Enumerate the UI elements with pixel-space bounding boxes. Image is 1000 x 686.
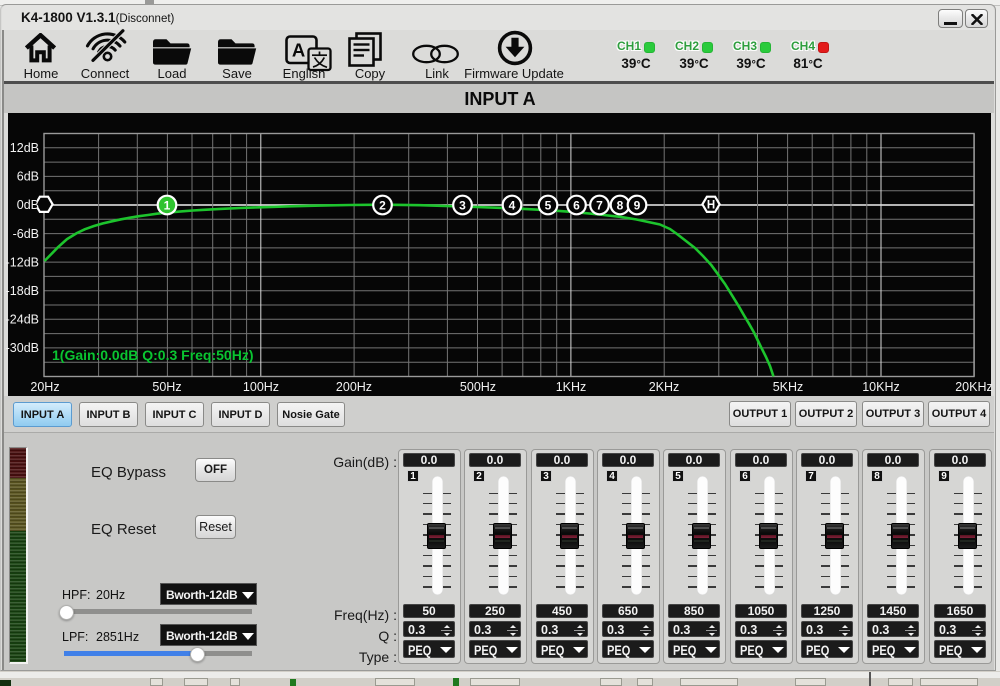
svg-text:6: 6 [573,198,580,212]
svg-text:20KHz: 20KHz [955,380,993,394]
svg-text:-12dB: -12dB [6,255,39,269]
svg-text:1KHz: 1KHz [556,380,587,394]
svg-text:-30dB: -30dB [6,341,39,355]
svg-text:1(Gain:0.0dB Q:0.3 Freq:50Hz): 1(Gain:0.0dB Q:0.3 Freq:50Hz) [52,347,254,363]
svg-text:5KHz: 5KHz [773,380,804,394]
svg-text:5: 5 [545,198,552,212]
svg-text:-18dB: -18dB [6,284,39,298]
svg-text:100Hz: 100Hz [243,380,279,394]
svg-text:8: 8 [617,198,624,212]
svg-text:9: 9 [634,198,641,212]
svg-text:7: 7 [596,198,603,212]
svg-text:4: 4 [509,198,516,212]
svg-text:H: H [707,200,715,212]
svg-text:12dB: 12dB [10,141,39,155]
svg-text:20Hz: 20Hz [30,380,59,394]
svg-text:1: 1 [164,198,171,212]
svg-text:500Hz: 500Hz [460,380,496,394]
svg-text:-6dB: -6dB [13,227,39,241]
svg-text:200Hz: 200Hz [336,380,372,394]
svg-text:6dB: 6dB [17,170,39,184]
svg-text:10KHz: 10KHz [862,380,900,394]
svg-text:2KHz: 2KHz [649,380,680,394]
svg-text:-24dB: -24dB [6,313,39,327]
svg-text:3: 3 [459,198,466,212]
svg-text:A: A [292,40,305,61]
svg-text:0dB: 0dB [17,198,39,212]
svg-text:50Hz: 50Hz [152,380,181,394]
svg-text:2: 2 [379,198,386,212]
